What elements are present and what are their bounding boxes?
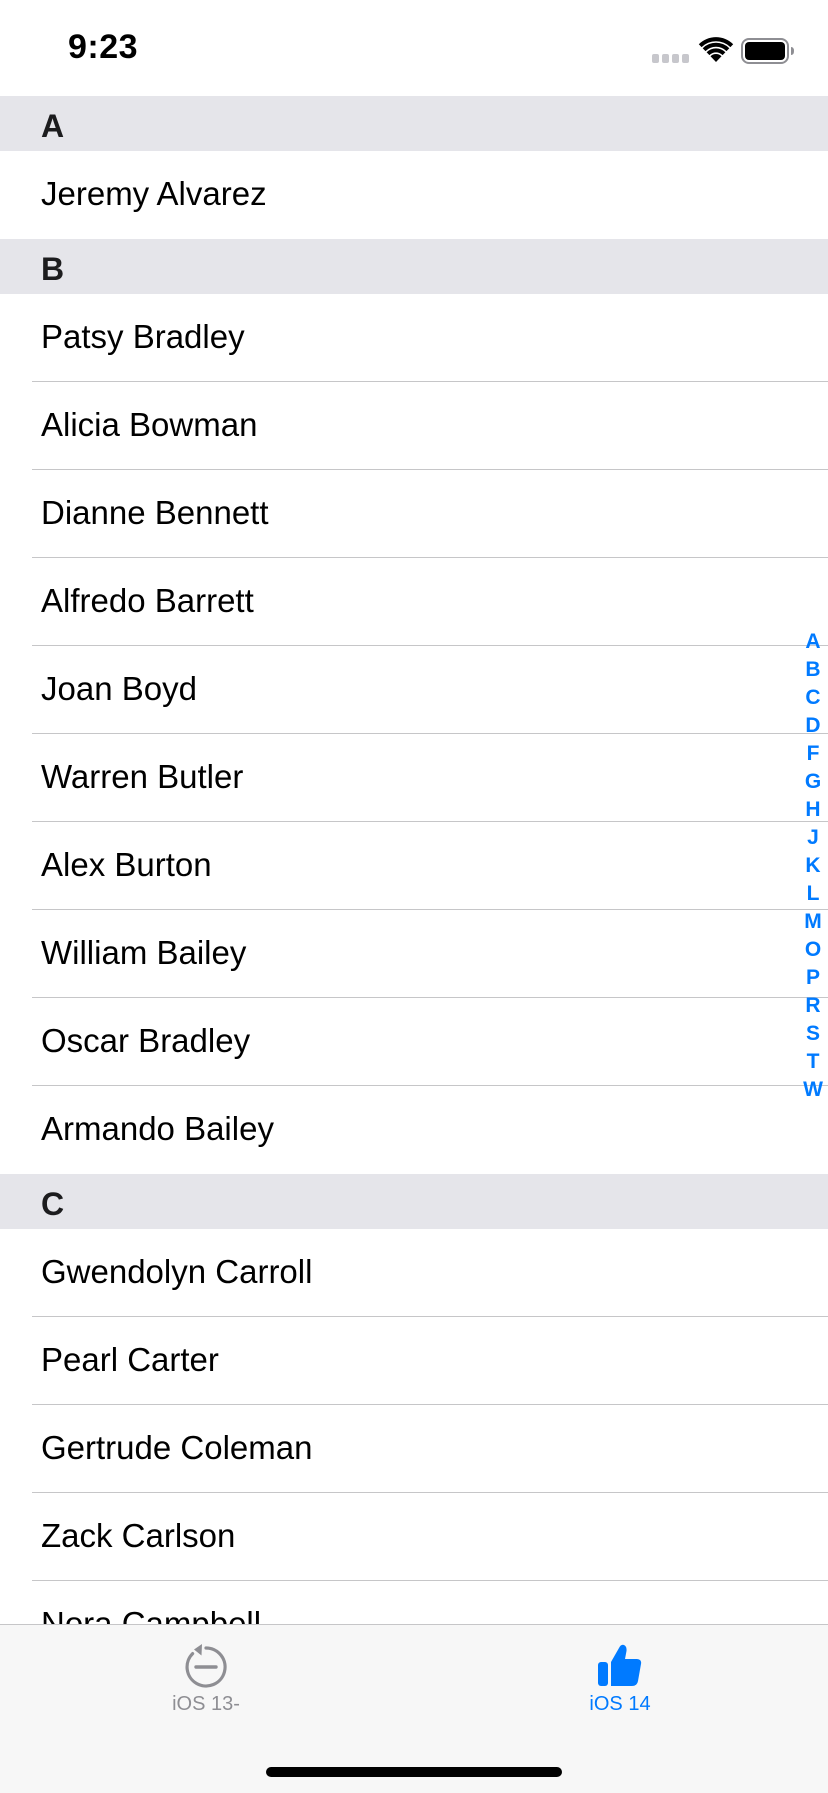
index-letter[interactable]: O	[798, 936, 828, 964]
cellular-signal-icon	[652, 54, 690, 63]
tab-ios13[interactable]: iOS 13-	[116, 1641, 296, 1721]
section-index[interactable]: ABCDFGHJKLMOPRSTW	[798, 628, 828, 1104]
contact-name: Oscar Bradley	[41, 1022, 251, 1059]
rewind-circle-icon	[185, 1644, 227, 1688]
tab-bar: iOS 13- iOS 14	[0, 1624, 828, 1793]
section-header: B	[0, 239, 828, 294]
index-letter[interactable]: G	[798, 768, 828, 796]
index-letter[interactable]: P	[798, 964, 828, 992]
contact-row[interactable]: Pearl Carter	[0, 1317, 828, 1405]
index-letter[interactable]: T	[798, 1048, 828, 1076]
index-letter[interactable]: J	[798, 824, 828, 852]
index-letter[interactable]: H	[798, 796, 828, 824]
tab-label: iOS 14	[589, 1693, 651, 1715]
tab-label: iOS 13-	[172, 1693, 240, 1715]
contact-row[interactable]: Joan Boyd	[0, 646, 828, 734]
contact-row[interactable]: Zack Carlson	[0, 1493, 828, 1581]
section-header-label: C	[41, 1186, 65, 1222]
index-letter[interactable]: B	[798, 656, 828, 684]
contact-row[interactable]: William Bailey	[0, 910, 828, 998]
status-bar: 9:23	[0, 0, 828, 96]
contact-row[interactable]: Nora Campbell	[0, 1581, 828, 1624]
contact-name: Zack Carlson	[41, 1517, 236, 1554]
contacts-list[interactable]: A Jeremy Alvarez B Patsy Bradley Alicia Bowm…	[0, 96, 828, 1624]
section-header-label: B	[41, 251, 65, 287]
thumbs-up-icon	[598, 1644, 642, 1686]
contact-row[interactable]: Gertrude Coleman	[0, 1405, 828, 1493]
contact-row[interactable]: Patsy Bradley	[0, 294, 828, 382]
contact-row[interactable]: Alex Burton	[0, 822, 828, 910]
contact-row[interactable]: Alfredo Barrett	[0, 558, 828, 646]
contact-row[interactable]: Warren Butler	[0, 734, 828, 822]
contact-row[interactable]: Armando Bailey	[0, 1086, 828, 1174]
contact-row[interactable]: Alicia Bowman	[0, 382, 828, 470]
index-letter[interactable]: K	[798, 852, 828, 880]
battery-icon	[741, 38, 794, 64]
contact-row[interactable]: Dianne Bennett	[0, 470, 828, 558]
section-header: A	[0, 96, 828, 151]
tab-ios14[interactable]: iOS 14	[530, 1641, 710, 1721]
contact-name: Patsy Bradley	[41, 318, 245, 355]
contact-name: Jeremy Alvarez	[41, 175, 267, 212]
contact-name: Dianne Bennett	[41, 494, 269, 531]
section-header: C	[0, 1174, 828, 1229]
home-indicator	[266, 1767, 562, 1777]
contact-name: Armando Bailey	[41, 1110, 274, 1147]
contact-name: Alicia Bowman	[41, 406, 258, 443]
contact-name: Pearl Carter	[41, 1341, 219, 1378]
index-letter[interactable]: L	[798, 880, 828, 908]
index-letter[interactable]: M	[798, 908, 828, 936]
contact-name: Warren Butler	[41, 758, 244, 795]
index-letter[interactable]: W	[798, 1076, 828, 1104]
wifi-icon	[698, 37, 734, 62]
index-letter[interactable]: C	[798, 684, 828, 712]
index-letter[interactable]: R	[798, 992, 828, 1020]
contact-name: Alfredo Barrett	[41, 582, 254, 619]
index-letter[interactable]: A	[798, 628, 828, 656]
contact-name: Gertrude Coleman	[41, 1429, 313, 1466]
status-time: 9:23	[68, 28, 139, 66]
contact-row[interactable]: Jeremy Alvarez	[0, 151, 828, 239]
contact-row[interactable]: Gwendolyn Carroll	[0, 1229, 828, 1317]
contact-name: Joan Boyd	[41, 670, 197, 707]
contact-name: Alex Burton	[41, 846, 212, 883]
contact-name: William Bailey	[41, 934, 247, 971]
contact-name: Nora Campbell	[41, 1605, 262, 1624]
index-letter[interactable]: F	[798, 740, 828, 768]
index-letter[interactable]: D	[798, 712, 828, 740]
section-header-label: A	[41, 108, 65, 144]
index-letter[interactable]: S	[798, 1020, 828, 1048]
contact-row[interactable]: Oscar Bradley	[0, 998, 828, 1086]
contact-name: Gwendolyn Carroll	[41, 1253, 313, 1290]
